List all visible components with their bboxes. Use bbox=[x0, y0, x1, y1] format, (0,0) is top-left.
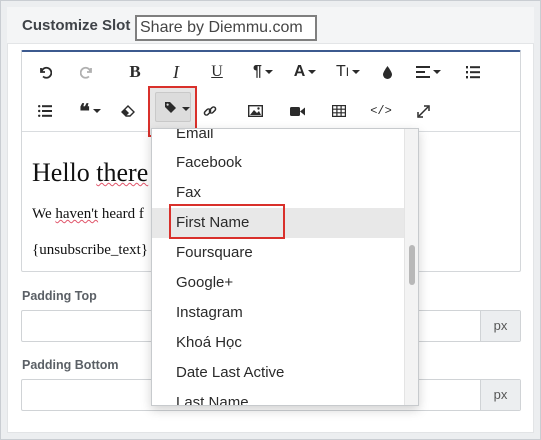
ordered-list-icon[interactable] bbox=[462, 60, 484, 84]
content-paragraph: We haven't heard f bbox=[32, 206, 144, 222]
dropdown-item-foursquare[interactable]: Foursquare bbox=[152, 238, 405, 268]
underline-icon[interactable]: U bbox=[206, 60, 228, 84]
dropdown-item-last-name[interactable]: Last Name bbox=[152, 388, 405, 405]
dropdown-item-facebook[interactable]: Facebook bbox=[152, 148, 405, 178]
italic-icon[interactable]: I bbox=[165, 60, 187, 84]
table-icon[interactable] bbox=[328, 99, 350, 123]
padding-bottom-unit: px bbox=[480, 380, 520, 410]
dropdown-item-khoa-hoc[interactable]: Khoá Học bbox=[152, 328, 405, 358]
font-color-icon[interactable]: A bbox=[290, 60, 320, 84]
image-icon[interactable] bbox=[244, 99, 266, 123]
tag-dropdown-menu[interactable]: Email Facebook Fax First Name Foursquare… bbox=[151, 128, 419, 406]
link-icon[interactable] bbox=[199, 99, 221, 123]
chevron-down-icon bbox=[182, 107, 190, 111]
code-view-icon[interactable]: </> bbox=[368, 99, 394, 123]
quote-icon[interactable]: ❝ bbox=[74, 99, 106, 123]
dropdown-item-email[interactable]: Email bbox=[152, 129, 405, 149]
unsubscribe-token: {unsubscribe_text} bbox=[32, 242, 149, 258]
redo-icon[interactable] bbox=[76, 60, 98, 84]
ink-icon[interactable] bbox=[377, 60, 397, 84]
dropdown-scrollbar-thumb[interactable] bbox=[409, 245, 415, 285]
padding-bottom-label: Padding Bottom bbox=[22, 358, 119, 372]
dropdown-item-instagram[interactable]: Instagram bbox=[152, 298, 405, 328]
paragraph-icon[interactable]: ¶ bbox=[248, 60, 278, 84]
padding-top-label: Padding Top bbox=[22, 289, 97, 303]
fullscreen-icon[interactable] bbox=[412, 99, 434, 123]
panel-title: Customize Slot bbox=[22, 17, 131, 34]
tag-icon bbox=[164, 101, 177, 119]
watermark-text: Share by Diemmu.com bbox=[135, 15, 317, 41]
unordered-list-icon[interactable] bbox=[34, 99, 56, 123]
first-name-highlight-box bbox=[169, 204, 285, 239]
panel-header: Customize Slot Share by Diemmu.com bbox=[7, 7, 534, 44]
tag-button-face bbox=[155, 92, 191, 122]
undo-icon[interactable] bbox=[34, 60, 56, 84]
dropdown-scrollbar[interactable] bbox=[404, 129, 418, 405]
dropdown-item-google-plus[interactable]: Google+ bbox=[152, 268, 405, 298]
video-icon[interactable] bbox=[286, 99, 308, 123]
editor-toolbar: B I U ¶ A TI ❝ </> bbox=[22, 52, 520, 132]
eraser-icon[interactable] bbox=[117, 99, 139, 123]
padding-top-unit: px bbox=[480, 311, 520, 341]
bold-icon[interactable]: B bbox=[124, 60, 146, 84]
dropdown-item-date-last-active[interactable]: Date Last Active bbox=[152, 358, 405, 388]
content-heading: Hello there bbox=[32, 158, 149, 187]
align-icon[interactable] bbox=[413, 60, 443, 84]
font-size-icon[interactable]: TI bbox=[331, 60, 365, 84]
